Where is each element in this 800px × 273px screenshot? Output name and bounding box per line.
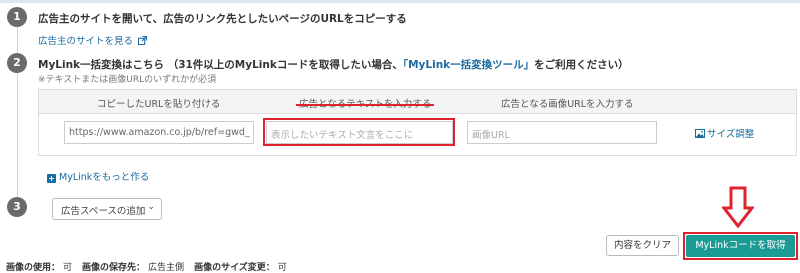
- ad-space-select[interactable]: 広告スペースの追加 ⌄: [52, 198, 162, 220]
- ad-space-select-value: 広告スペースの追加: [61, 206, 146, 217]
- header-url: コピーしたURLを貼り付ける: [97, 99, 221, 110]
- clear-button[interactable]: 内容をクリア: [606, 235, 679, 256]
- step-2-title-suffix: をご利用ください）: [534, 59, 629, 71]
- bulk-convert-tool-link[interactable]: 「MyLink一括変換ツール」: [403, 59, 534, 71]
- image-save-label: 画像の保存先：: [82, 263, 146, 273]
- table-header: コピーしたURLを貼り付ける 広告となるテキストを入力する 広告となる画像URL…: [39, 90, 796, 114]
- size-adjust-label[interactable]: サイズ調整: [707, 129, 754, 140]
- advertiser-site-link-label[interactable]: 広告主のサイトを見る: [38, 36, 133, 47]
- top-border: [0, 0, 800, 3]
- step-3-badge: 3: [7, 197, 27, 217]
- advertiser-site-link[interactable]: 広告主のサイトを見る: [38, 33, 148, 48]
- step-2-title-prefix: MyLink一括変換はこちら （31件以上のMyLinkコードを取得したい場合、: [38, 59, 403, 71]
- image-usage-info: 画像の使用：可画像の保存先： 広告主側 画像のサイズ変更：可: [6, 260, 287, 273]
- more-mylink-label[interactable]: MyLinkをもっと作る: [59, 172, 149, 183]
- header-image-url: 広告となる画像URLを入力する: [501, 99, 634, 110]
- header-text: 広告となるテキストを入力する: [299, 96, 431, 110]
- image-resize-label: 画像のサイズ変更：: [194, 263, 275, 273]
- size-adjust-link[interactable]: サイズ調整: [695, 126, 754, 141]
- url-input[interactable]: https://www.amazon.co.jp/b/ref=gwd_: [64, 121, 254, 144]
- step-1-title: 広告主のサイトを開いて、広告のリンク先としたいページのURLをコピーする: [38, 13, 407, 25]
- header-highlight-underline: [296, 104, 434, 106]
- plus-square-icon: +: [47, 174, 56, 183]
- image-url-input[interactable]: 画像URL: [467, 121, 657, 144]
- text-input-highlight-box: [263, 118, 455, 146]
- image-resize-value: 可: [277, 263, 287, 273]
- chevron-down-icon: ⌄: [147, 202, 155, 212]
- down-arrow-icon: [720, 186, 756, 231]
- external-link-icon: [137, 35, 148, 48]
- step-1-badge: 1: [7, 7, 27, 27]
- more-mylink-link[interactable]: + MyLinkをもっと作る: [47, 169, 149, 183]
- step-connector-line: [17, 22, 18, 210]
- get-mylink-code-button[interactable]: MyLinkコードを取得: [686, 235, 795, 257]
- required-note: ※テキストまたは画像URLのいずれかが必須: [38, 75, 217, 85]
- step-2-badge: 2: [7, 53, 27, 73]
- step-2-title: MyLink一括変換はこちら （31件以上のMyLinkコードを取得したい場合、…: [38, 57, 629, 72]
- image-icon: [695, 129, 705, 141]
- image-save-value: 広告主側: [148, 263, 185, 273]
- image-use-label: 画像の使用：: [6, 263, 61, 273]
- image-use-value: 可: [63, 263, 73, 273]
